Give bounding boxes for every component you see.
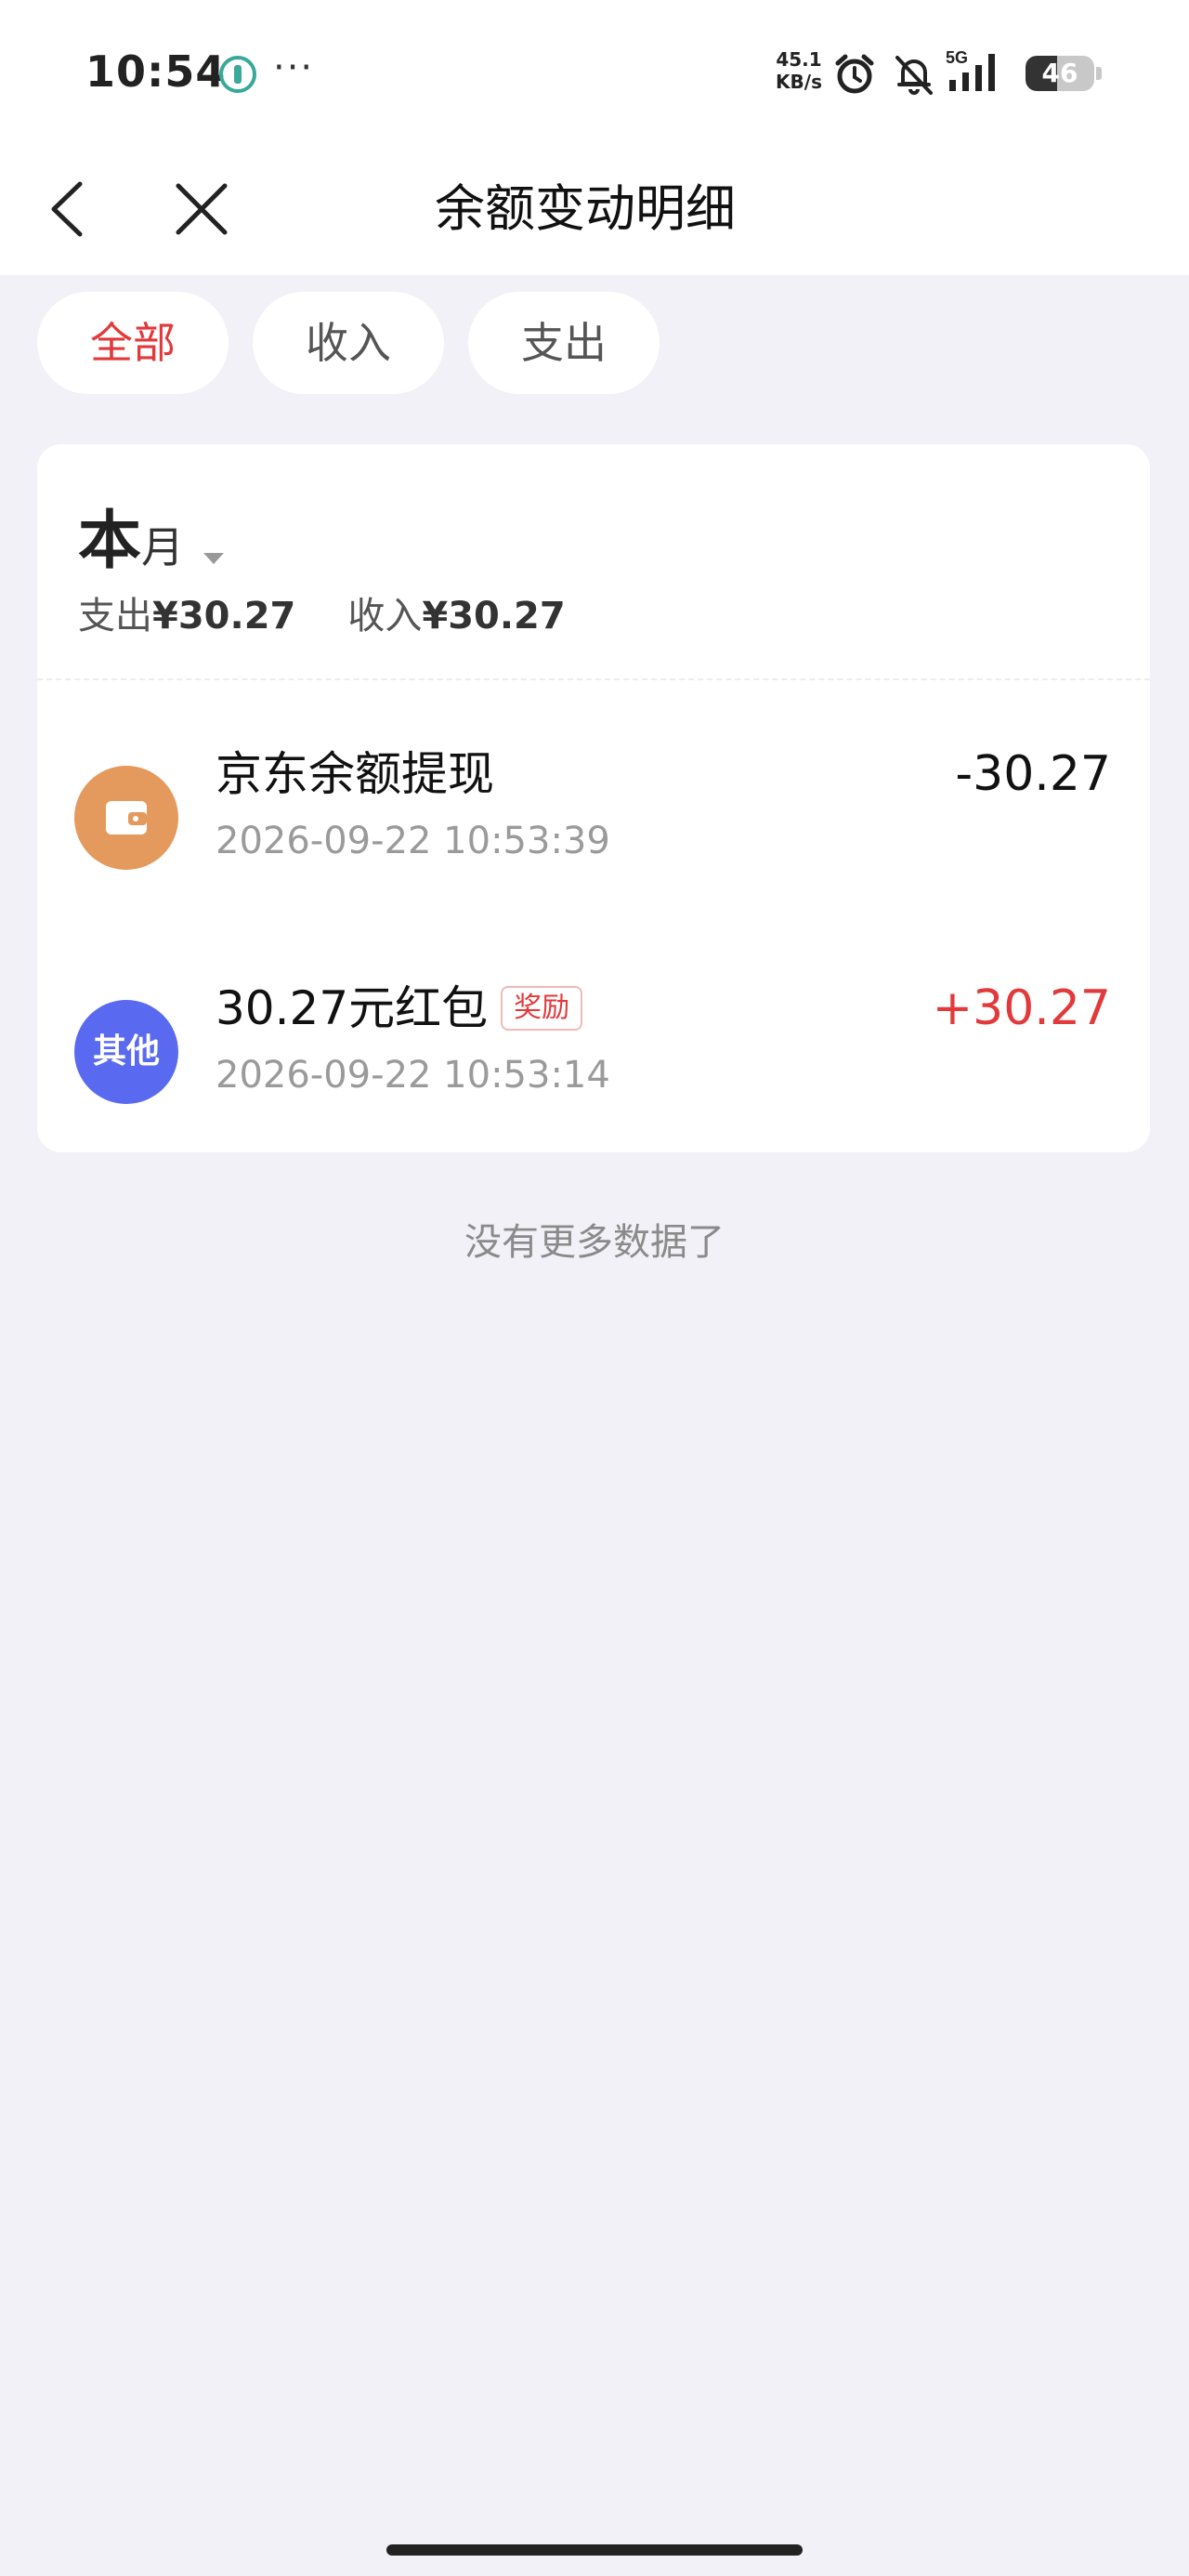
back-icon[interactable] bbox=[43, 177, 98, 242]
period-label-small: 月 bbox=[141, 522, 185, 572]
reward-tag: 奖励 bbox=[501, 985, 583, 1031]
network-speed: 45.1 KB/s bbox=[771, 48, 827, 93]
signal-5g-icon: 5G bbox=[946, 48, 995, 91]
transaction-amount: +30.27 bbox=[932, 980, 1111, 1036]
nav-bar: 余额变动明细 bbox=[0, 149, 1189, 275]
transaction-title: 京东余额提现 bbox=[216, 747, 494, 801]
filter-chip-expense[interactable]: 支出 bbox=[468, 292, 660, 394]
transaction-time: 2026-09-22 10:53:14 bbox=[216, 1054, 610, 1097]
wallet-icon bbox=[74, 766, 178, 870]
transaction-amount: -30.27 bbox=[955, 746, 1111, 802]
filter-chip-income[interactable]: 收入 bbox=[253, 292, 444, 394]
filter-chip-all[interactable]: 全部 bbox=[37, 292, 229, 394]
app-notification-icon bbox=[219, 56, 256, 93]
caret-down-icon bbox=[203, 552, 225, 564]
battery-level: 46 bbox=[1041, 58, 1078, 88]
network-speed-unit: KB/s bbox=[776, 71, 822, 93]
transaction-time: 2026-09-22 10:53:39 bbox=[216, 820, 610, 862]
period-selector[interactable]: 本月 bbox=[78, 489, 226, 578]
divider bbox=[37, 678, 1150, 680]
status-time: 10:54 bbox=[85, 46, 227, 97]
transaction-title: 30.27元红包 bbox=[216, 981, 489, 1035]
expense-amount: ¥30.27 bbox=[152, 595, 296, 637]
transaction-title-wrap: 30.27元红包 奖励 bbox=[216, 976, 583, 1041]
battery-tip bbox=[1096, 67, 1102, 80]
close-icon[interactable] bbox=[169, 177, 234, 242]
income-amount: ¥30.27 bbox=[422, 595, 566, 637]
transaction-row[interactable]: 京东余额提现 2026-09-22 10:53:39 -30.27 bbox=[37, 742, 1150, 946]
period-summary: 支出¥30.27 收入¥30.27 bbox=[78, 585, 566, 639]
transactions-card: 本月 支出¥30.27 收入¥30.27 京东余额提现 2026-09-22 10… bbox=[37, 444, 1150, 1152]
home-indicator[interactable] bbox=[386, 2544, 803, 2556]
transaction-row[interactable]: 其他 30.27元红包 奖励 2026-09-22 10:53:14 +30.27 bbox=[37, 976, 1150, 1180]
battery-icon: 46 bbox=[1026, 56, 1094, 91]
period-label-big: 本 bbox=[78, 505, 142, 578]
expense-label: 支出 bbox=[78, 595, 152, 637]
network-speed-value: 45.1 bbox=[776, 48, 822, 71]
status-bar: 10:54 ··· 45.1 KB/s 5G 46 bbox=[0, 0, 1189, 149]
more-notifications-icon: ··· bbox=[273, 46, 315, 89]
alarm-icon bbox=[835, 54, 874, 94]
mute-bell-icon bbox=[895, 56, 933, 95]
income-label: 收入 bbox=[347, 595, 423, 637]
signal-5g-label: 5G bbox=[946, 48, 968, 67]
other-category-icon: 其他 bbox=[74, 1000, 178, 1104]
no-more-data-text: 没有更多数据了 bbox=[464, 1221, 725, 1264]
